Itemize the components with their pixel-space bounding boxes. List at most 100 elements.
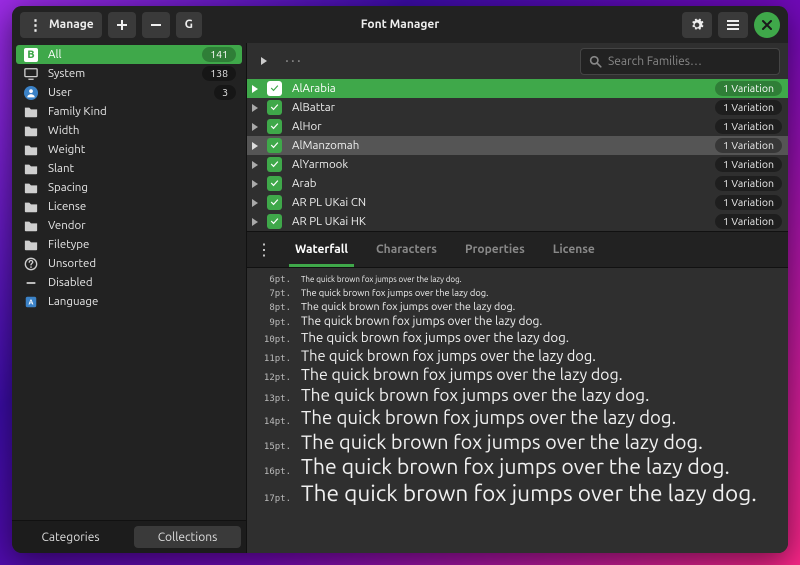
g-button[interactable]: G [176, 12, 202, 38]
waterfall-sample-text: The quick brown fox jumps over the lazy … [301, 366, 623, 384]
more-options-icon[interactable]: ··· [281, 48, 307, 74]
expand-icon[interactable] [251, 161, 265, 169]
font-row[interactable]: ✓AlYarmook1 Variation [247, 155, 788, 174]
font-row[interactable]: ✓Arab1 Variation [247, 174, 788, 193]
tab-collections[interactable]: Collections [134, 526, 241, 548]
expand-icon[interactable] [251, 85, 265, 93]
font-row[interactable]: ✓AlHor1 Variation [247, 117, 788, 136]
dash-icon [22, 276, 40, 290]
waterfall-row: 7pt.The quick brown fox jumps over the l… [247, 286, 788, 300]
hamburger-button[interactable] [718, 12, 748, 38]
close-icon [761, 19, 773, 31]
font-variation-badge: 1 Variation [715, 195, 782, 210]
sidebar-item-slant[interactable]: Slant [16, 159, 242, 178]
sidebar-item-label: Family Kind [48, 105, 107, 118]
font-row[interactable]: ✓AlArabia1 Variation [247, 79, 788, 98]
close-button[interactable] [754, 12, 780, 38]
waterfall-row: 8pt.The quick brown fox jumps over the l… [247, 300, 788, 314]
sidebar-item-filetype[interactable]: Filetype [16, 235, 242, 254]
preview-tab-waterfall[interactable]: Waterfall [281, 232, 362, 267]
sidebar-item-language[interactable]: ALanguage [16, 292, 242, 311]
sidebar-item-label: Slant [48, 162, 74, 175]
waterfall-row: 6pt.The quick brown fox jumps over the l… [247, 274, 788, 286]
gear-icon [690, 18, 704, 32]
sidebar-item-user[interactable]: User3 [16, 83, 242, 102]
font-checkbox[interactable]: ✓ [267, 119, 282, 134]
preview-tabs: ⋮ WaterfallCharactersPropertiesLicense [247, 231, 788, 268]
folder-icon [22, 124, 40, 138]
sidebar-item-all[interactable]: BAll141 [16, 45, 242, 64]
sidebar-item-disabled[interactable]: Disabled [16, 273, 242, 292]
font-row[interactable]: ✓AR PL UKai HK1 Variation [247, 212, 788, 231]
font-checkbox[interactable]: ✓ [267, 81, 282, 96]
expand-icon[interactable] [251, 180, 265, 188]
settings-button[interactable] [682, 12, 712, 38]
user-icon [22, 86, 40, 100]
preview-menu-button[interactable]: ⋮ [247, 232, 281, 267]
sidebar-item-label: Vendor [48, 219, 86, 232]
preview-tab-license[interactable]: License [539, 232, 609, 267]
sidebar-item-label: User [48, 86, 72, 99]
expand-icon[interactable] [251, 199, 265, 207]
sidebar-item-width[interactable]: Width [16, 121, 242, 140]
waterfall-pt-label: 15pt. [255, 442, 291, 452]
sidebar-item-system[interactable]: System138 [16, 64, 242, 83]
expand-icon[interactable] [251, 123, 265, 131]
waterfall-pt-label: 14pt. [255, 417, 291, 427]
search-input[interactable]: Search Families… [580, 48, 780, 75]
folder-icon [22, 200, 40, 214]
add-button[interactable] [108, 12, 136, 38]
expand-icon[interactable] [251, 104, 265, 112]
font-checkbox[interactable]: ✓ [267, 138, 282, 153]
waterfall-sample-text: The quick brown fox jumps over the lazy … [301, 430, 703, 453]
sidebar-item-label: Width [48, 124, 79, 137]
waterfall-sample-text: The quick brown fox jumps over the lazy … [301, 315, 542, 328]
font-row[interactable]: ✓AR PL UKai CN1 Variation [247, 193, 788, 212]
waterfall-pt-label: 16pt. [255, 467, 291, 477]
font-variation-badge: 1 Variation [715, 138, 782, 153]
manage-label: Manage [49, 18, 94, 31]
waterfall-sample-text: The quick brown fox jumps over the lazy … [301, 347, 596, 364]
font-variation-badge: 1 Variation [715, 119, 782, 134]
manage-button[interactable]: Manage [20, 12, 102, 38]
waterfall-pt-label: 6pt. [255, 275, 291, 285]
font-variation-badge: 1 Variation [715, 100, 782, 115]
preview-tab-characters[interactable]: Characters [362, 232, 451, 267]
sidebar-item-count: 141 [202, 47, 236, 62]
font-name: AlArabia [292, 82, 336, 95]
font-name: AR PL UKai HK [292, 215, 366, 228]
folder-icon [22, 181, 40, 195]
font-checkbox[interactable]: ✓ [267, 100, 282, 115]
font-checkbox[interactable]: ✓ [267, 176, 282, 191]
sidebar-item-unsorted[interactable]: Unsorted [16, 254, 242, 273]
waterfall-pt-label: 10pt. [255, 335, 291, 345]
folder-icon [22, 219, 40, 233]
waterfall-sample-text: The quick brown fox jumps over the lazy … [301, 330, 569, 345]
sidebar-item-vendor[interactable]: Vendor [16, 216, 242, 235]
font-checkbox[interactable]: ✓ [267, 157, 282, 172]
waterfall-pt-label: 13pt. [255, 394, 291, 404]
font-name: AlBattar [292, 101, 335, 114]
sidebar-item-weight[interactable]: Weight [16, 140, 242, 159]
minus-icon [150, 19, 162, 31]
expand-icon[interactable] [251, 218, 265, 226]
preview-tab-properties[interactable]: Properties [451, 232, 539, 267]
waterfall-pt-label: 17pt. [255, 494, 291, 504]
font-list[interactable]: ✓ AlArabia 1 Variation ✓ AlBattar 1 Variation… [247, 79, 788, 231]
font-row[interactable]: ✓ AlBattar 1 Variation [247, 98, 788, 117]
sidebar-item-license[interactable]: License [16, 197, 242, 216]
font-checkbox[interactable]: ✓ [267, 195, 282, 210]
waterfall-pt-label: 12pt. [255, 373, 291, 383]
font-row[interactable]: ✓AlManzomah1 Variation [247, 136, 788, 155]
waterfall-pt-label: 7pt. [255, 289, 291, 299]
sidebar-item-family-kind[interactable]: Family Kind [16, 102, 242, 121]
tab-categories[interactable]: Categories [17, 526, 124, 548]
expand-right-icon[interactable] [255, 52, 273, 70]
waterfall-sample-text: The quick brown fox jumps over the lazy … [301, 455, 730, 479]
font-checkbox[interactable]: ✓ [267, 214, 282, 229]
sidebar: BAll141System138User3 Family Kind Width Wei… [12, 43, 247, 553]
sidebar-item-spacing[interactable]: Spacing [16, 178, 242, 197]
sidebar-item-label: Filetype [48, 238, 89, 251]
expand-icon[interactable] [251, 142, 265, 150]
remove-button[interactable] [142, 12, 170, 38]
